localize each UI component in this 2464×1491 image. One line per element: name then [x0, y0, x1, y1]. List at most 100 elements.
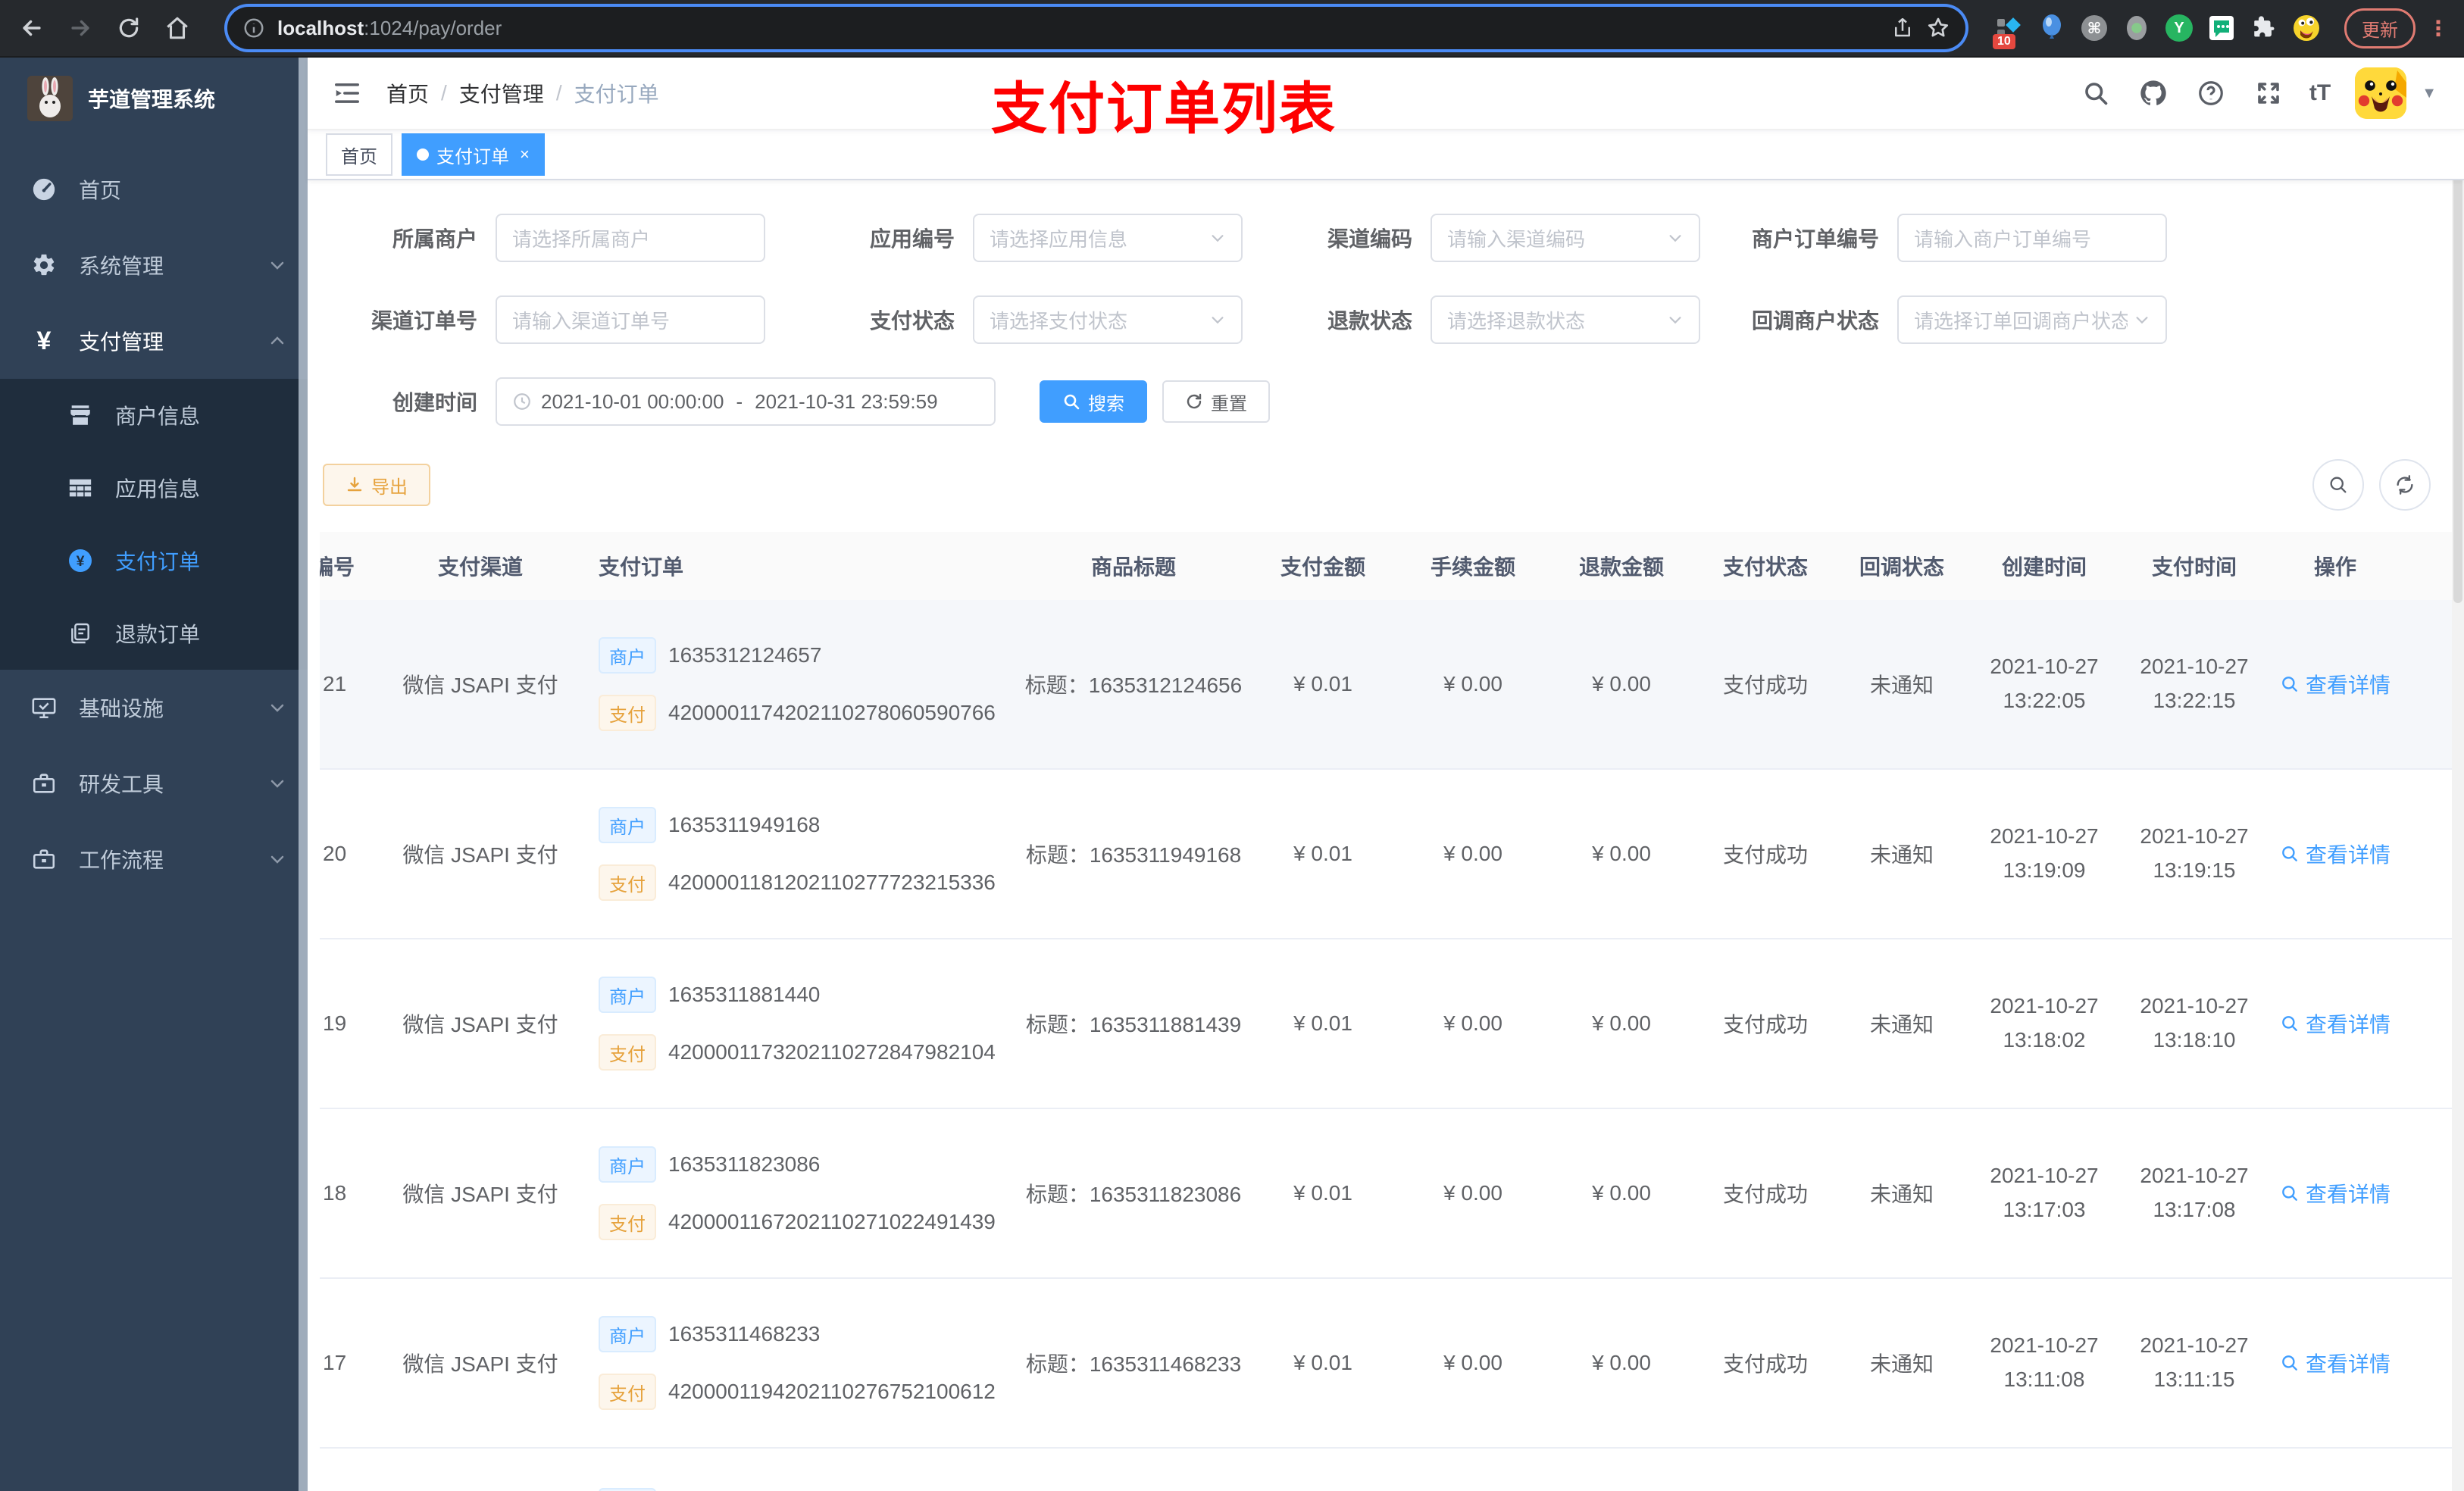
search-icon[interactable]	[2079, 77, 2112, 110]
order-id: 18	[323, 1181, 347, 1205]
export-button[interactable]: 导出	[323, 464, 430, 506]
recorder-extension-icon[interactable]	[2123, 14, 2150, 42]
view-detail-link[interactable]: 查看详情	[2280, 1178, 2391, 1208]
pay-amount: ¥ 0.01	[1293, 1011, 1352, 1035]
page-scrollbar[interactable]	[2452, 58, 2464, 1491]
bookmark-star-icon[interactable]	[1926, 16, 1950, 40]
url-bar[interactable]: localhost:1024/pay/order	[227, 7, 1965, 49]
y-extension-icon[interactable]: Y	[2165, 14, 2193, 42]
toggle-search-button[interactable]	[2312, 459, 2364, 511]
refund-amount: ¥ 0.00	[1592, 1181, 1651, 1205]
refresh-button[interactable]	[2379, 459, 2431, 511]
browser-update-button[interactable]: 更新	[2344, 8, 2416, 48]
action-cell: 查看详情	[2269, 1178, 2402, 1208]
dashboard-icon	[30, 176, 58, 203]
sidebar-item-infra[interactable]: 基础设施	[0, 670, 308, 746]
reset-button[interactable]: 重置	[1162, 380, 1270, 423]
sidebar-item-merchant-info[interactable]: 商户信息	[0, 379, 308, 452]
sidebar-collapse-icon[interactable]	[326, 72, 368, 114]
tag-close-icon[interactable]: ×	[520, 145, 530, 164]
fullscreen-icon[interactable]	[2252, 77, 2285, 110]
sidebar-scrollbar[interactable]	[299, 58, 308, 1491]
breadcrumb-pay[interactable]: 支付管理	[459, 78, 544, 108]
tag-home[interactable]: 首页	[326, 133, 392, 176]
sidebar-item-refund-order[interactable]: 退款订单	[0, 597, 308, 670]
view-detail-link[interactable]: 查看详情	[2280, 1008, 2391, 1039]
sidebar-item-pay-order[interactable]: ¥ 支付订单	[0, 524, 308, 597]
fee-amount: ¥ 0.00	[1443, 1011, 1502, 1035]
merchant-tag: 商户	[599, 807, 656, 843]
notify-status: 未通知	[1869, 1183, 1934, 1206]
magnifier-icon	[2282, 677, 2297, 692]
share-icon[interactable]	[1891, 17, 1914, 39]
view-detail-link[interactable]: 查看详情	[2280, 669, 2391, 699]
help-icon[interactable]	[2194, 77, 2228, 110]
font-size-icon[interactable]: tT	[2309, 80, 2331, 106]
sidebar-item-app-info[interactable]: 应用信息	[0, 452, 308, 524]
back-icon[interactable]	[12, 8, 52, 48]
pay-time: 2021-10-27 13:19:15	[2140, 824, 2249, 882]
filter-row-3: 创建时间 2021-10-01 00:00:00 - 2021-10-31 23…	[320, 377, 2452, 426]
pay-order-cell: 商户 1635311823086 支付 42000011672021102710…	[577, 1146, 1020, 1240]
toolbox-icon	[30, 770, 58, 797]
fee-amount: ¥ 0.00	[1443, 1351, 1502, 1374]
sidebar-item-pay[interactable]: ¥ 支付管理	[0, 303, 308, 379]
pay-status-select[interactable]: 请选择支付状态	[973, 295, 1243, 344]
table-row: 20 微信 JSAPI 支付 商户 1635311949168 支付 42000…	[320, 770, 2452, 939]
partial-row-clip: 商户 1635311157	[320, 1449, 2452, 1491]
magnifier-icon	[2282, 1355, 2297, 1371]
channel-order-no-input[interactable]: 请输入渠道订单号	[496, 295, 765, 344]
forward-icon[interactable]	[61, 8, 100, 48]
tag-pay-order[interactable]: 支付订单 ×	[402, 133, 545, 176]
avatar-caret-icon[interactable]: ▼	[2422, 85, 2437, 102]
table-toolbar: 导出	[323, 459, 2452, 511]
app-logo-row[interactable]: 芋道管理系统	[0, 58, 308, 136]
chevron-down-icon	[1667, 311, 1684, 328]
merchant-input[interactable]: 请选择所属商户	[496, 214, 765, 262]
breadcrumb-home[interactable]: 首页	[386, 78, 429, 108]
notify-status-select[interactable]: 请选择订单回调商户状态	[1897, 295, 2167, 344]
channel-order-no: 4200001181202110277723215336	[668, 871, 996, 894]
pay-status: 支付成功	[1722, 674, 1808, 697]
view-detail-link[interactable]: 查看详情	[2280, 1348, 2391, 1378]
github-icon[interactable]	[2137, 77, 2170, 110]
merchant-order-no: 1635311823086	[668, 1152, 821, 1176]
merchant-order-no-input[interactable]: 请输入商户订单编号	[1897, 214, 2167, 262]
balloon-extension-icon[interactable]	[2038, 14, 2065, 42]
search-button[interactable]: 搜索	[1040, 380, 1147, 423]
channel-code-select[interactable]: 请输入渠道编码	[1431, 214, 1700, 262]
magnifier-icon	[2282, 846, 2297, 861]
table-body: 21 微信 JSAPI 支付 商户 1635312124657 支付 42000…	[320, 600, 2452, 1449]
refund-status-select[interactable]: 请选择退款状态	[1431, 295, 1700, 344]
user-avatar[interactable]	[2355, 67, 2407, 119]
devtools-extension-icon[interactable]: 10	[1993, 14, 2023, 49]
browser-menu-icon[interactable]: ⋮	[2428, 16, 2449, 41]
browser-chrome: localhost:1024/pay/order 10 ⌘ Y 更新 ⋮	[0, 0, 2464, 58]
sidebar-item-workflow[interactable]: 工作流程	[0, 821, 308, 897]
chevron-down-icon	[1667, 230, 1684, 246]
create-time: 2021-10-27 13:11:08	[1990, 1333, 2099, 1391]
chevron-down-icon	[1209, 230, 1226, 246]
chevron-down-icon	[268, 699, 286, 717]
site-info-icon[interactable]	[242, 17, 265, 39]
emoji-extension-icon[interactable]	[2293, 14, 2320, 42]
view-detail-link[interactable]: 查看详情	[2280, 839, 2391, 869]
tags-view: 首页 支付订单 ×	[308, 130, 2464, 180]
app-select[interactable]: 请选择应用信息	[973, 214, 1243, 262]
chat-extension-icon[interactable]	[2208, 14, 2235, 42]
pay-time: 2021-10-27 13:18:10	[2140, 994, 2249, 1052]
home-icon[interactable]	[158, 8, 197, 48]
notify-status: 未通知	[1869, 1013, 1934, 1036]
pay-tag: 支付	[599, 1034, 656, 1071]
sidebar-item-home[interactable]: 首页	[0, 152, 308, 227]
table-row: 18 微信 JSAPI 支付 商户 1635311823086 支付 42000…	[320, 1109, 2452, 1279]
merchant-tag: 商户	[599, 977, 656, 1013]
sidebar-item-system[interactable]: 系统管理	[0, 227, 308, 303]
action-cell: 查看详情	[2269, 839, 2402, 869]
create-time-range-input[interactable]: 2021-10-01 00:00:00 - 2021-10-31 23:59:5…	[496, 377, 996, 426]
command-extension-icon[interactable]: ⌘	[2081, 14, 2108, 42]
create-time: 2021-10-27 13:19:09	[1990, 824, 2099, 882]
reload-icon[interactable]	[109, 8, 149, 48]
sidebar-item-devtools[interactable]: 研发工具	[0, 746, 308, 821]
extensions-puzzle-icon[interactable]	[2250, 14, 2278, 42]
